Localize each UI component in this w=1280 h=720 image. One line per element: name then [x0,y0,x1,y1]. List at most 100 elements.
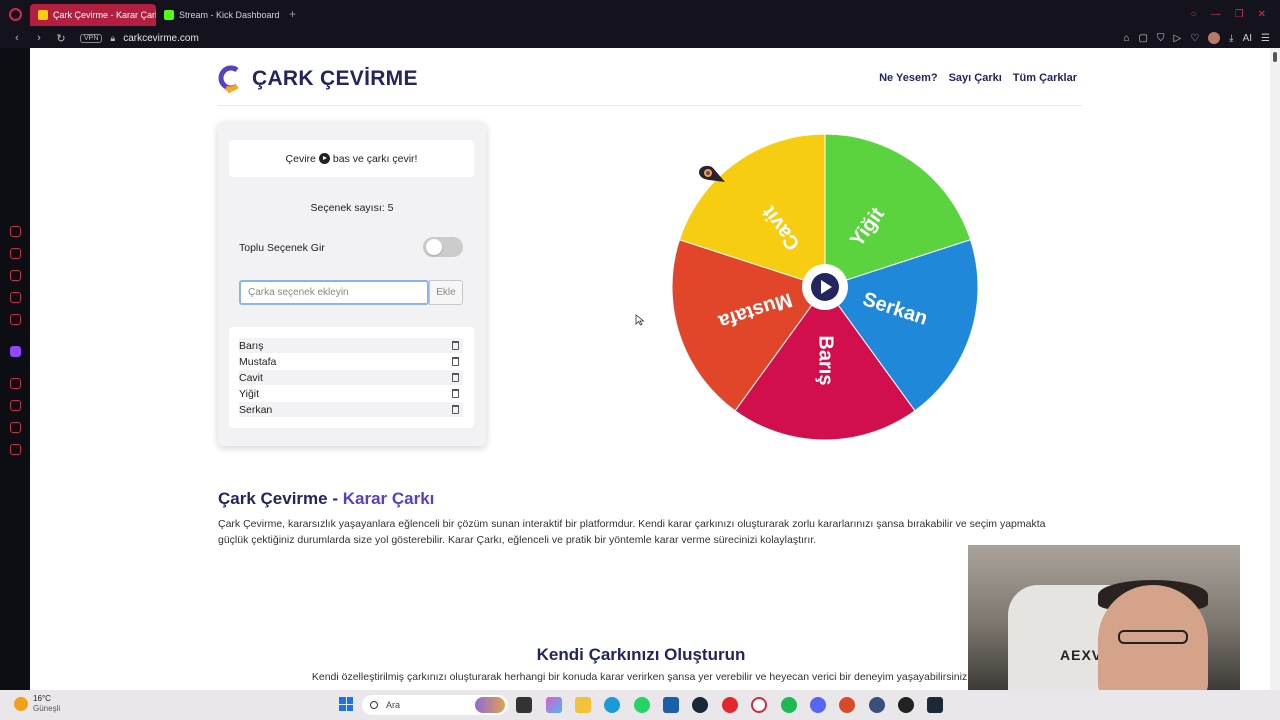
start-button-icon[interactable] [339,697,353,711]
twitch-icon[interactable] [10,346,21,357]
sidebar-player-icon[interactable] [10,378,21,389]
sidebar-messenger-icon[interactable] [10,314,21,325]
spin-hint: Çevire bas ve çarkı çevir! [229,140,474,177]
download-icon[interactable]: ⤓ [1229,33,1233,44]
intro-paragraph: Çark Çevirme, kararsızlık yaşayanlara eğ… [218,518,1046,546]
vpn-badge[interactable]: VPN [80,33,103,43]
opera-gx-taskbar-icon[interactable] [751,697,767,713]
edge-icon[interactable] [604,697,620,713]
search-icon [370,701,378,709]
section-heading-karar-carki: Çark Çevirme - Karar Çarkı [218,489,434,509]
obs-icon[interactable] [869,697,885,713]
sidebar-bag-icon[interactable] [10,270,21,281]
wheel-segment-label: Barış [815,335,837,385]
close-icon[interactable]: ✕ [1258,9,1266,20]
forward-icon[interactable]: › [34,32,44,44]
spotify-icon[interactable] [781,697,797,713]
option-label: Mustafa [239,355,277,368]
temperature: 16°C [33,694,51,703]
toggle-knob [426,239,442,255]
search-tabs-icon[interactable]: ○ [1191,9,1197,20]
site-logo[interactable]: ÇARK ÇEVİRME [218,65,418,93]
sidebar-control-icon[interactable] [10,292,21,303]
page-scrollbar[interactable] [1270,48,1280,690]
url-field[interactable]: carkcevirme.com [123,33,199,44]
reload-icon[interactable]: ↻ [56,32,66,45]
player-icon[interactable]: ▷ [1173,33,1181,44]
weather-text: 16°C Güneşli [33,694,60,714]
pin-icon[interactable]: ⌂ [1123,33,1129,44]
settings-icon[interactable] [10,444,21,455]
opera-sidebar [0,48,30,690]
trash-icon[interactable] [452,341,459,350]
hint-text-before: Çevire [285,152,316,165]
list-item: Mustafa [239,354,463,369]
search-placeholder: Ara [386,700,401,710]
bulk-entry-label: Toplu Seçenek Gir [239,242,325,254]
copilot-icon[interactable] [546,697,562,713]
scrollbar-thumb[interactable] [1273,52,1277,62]
webcam-overlay: AEXVEG [968,545,1240,690]
nav-ne-yesem[interactable]: Ne Yesem? [879,72,938,84]
minimize-icon[interactable]: — [1211,9,1221,20]
shield-icon[interactable]: ⛉ [1157,33,1165,44]
trash-icon[interactable] [452,389,459,398]
weather-condition: Güneşli [33,704,61,713]
heading-accent: Karar Çarkı [342,489,435,508]
add-option-button[interactable]: Ekle [429,280,463,305]
top-nav: Ne Yesem? Sayı Çarkı Tüm Çarklar [879,72,1077,84]
options-panel: Çevire bas ve çarkı çevir! Seçenek sayıs… [218,122,486,446]
store-icon[interactable] [663,697,679,713]
app-red-icon[interactable] [722,697,738,713]
weather-widget[interactable]: 16°C Güneşli [14,694,60,714]
file-explorer-icon[interactable] [575,697,591,713]
game-app-icon[interactable] [839,697,855,713]
opera-logo-icon[interactable] [0,0,30,28]
logo-mark-icon [218,65,239,93]
lock-icon[interactable]: 🔒︎ [110,33,115,44]
discord-icon[interactable] [810,697,826,713]
list-item: Yiğit [239,386,463,401]
app-dark-icon[interactable] [898,697,914,713]
sidebar-refresh-icon[interactable] [10,248,21,259]
whatsapp-icon[interactable] [634,697,650,713]
nav-tum-carklar[interactable]: Tüm Çarklar [1013,72,1077,84]
option-label: Yiğit [239,387,260,400]
option-label: Cavit [239,371,263,384]
tab-label: Stream - Kick Dashboard [179,10,280,20]
list-item: Cavit [239,370,463,385]
steam-icon[interactable] [692,697,708,713]
history-icon[interactable] [10,400,21,411]
windows-taskbar: 16°C Güneşli Ara [0,690,1280,720]
aria-ai-button[interactable]: AI [1243,33,1252,44]
back-icon[interactable]: ‹ [12,32,22,44]
maximize-icon[interactable]: ❐ [1235,9,1244,20]
steam-2-icon[interactable] [927,697,943,713]
tab-favicon-icon [38,10,48,20]
sun-icon [14,697,28,711]
gx-corner-icon[interactable] [10,226,21,237]
new-tab-icon[interactable]: + [289,7,296,21]
heart-icon[interactable]: ♡ [1190,33,1199,44]
wheel-pointer-icon [699,165,725,182]
nav-sayi-carki[interactable]: Sayı Çarkı [949,72,1002,84]
trash-icon[interactable] [452,405,459,414]
window-controls: ○ — ❐ ✕ [1191,9,1280,20]
menu-icon[interactable]: ☰ [1261,33,1270,44]
option-input[interactable] [239,280,429,305]
trash-icon[interactable] [452,373,459,382]
profile-avatar[interactable] [1208,32,1221,44]
tab-kick-dashboard[interactable]: Stream - Kick Dashboard [156,4,281,26]
extensions-icon[interactable] [10,422,21,433]
tab-cark-cevirme[interactable]: Çark Çevirme - Karar Çark [30,4,156,26]
taskbar-search[interactable]: Ara [362,695,508,715]
streamer-glasses [1118,630,1188,644]
option-label: Barış [239,339,264,352]
snapshot-icon[interactable]: ▢ [1139,33,1148,44]
option-label: Serkan [239,403,273,416]
terminal-icon[interactable] [516,697,532,713]
header-divider [218,105,1082,106]
bulk-entry-toggle[interactable] [423,237,463,257]
search-highlight-icon [475,697,505,713]
trash-icon[interactable] [452,357,459,366]
